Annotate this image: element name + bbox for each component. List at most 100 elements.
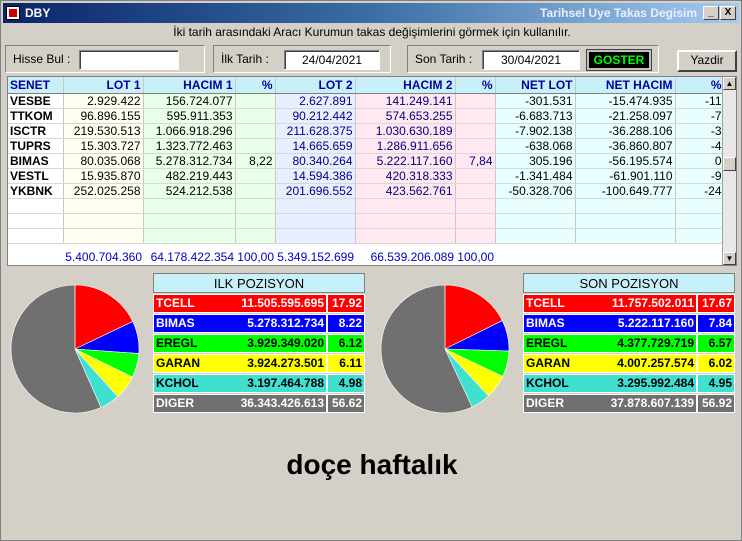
son-pie-chart bbox=[380, 284, 510, 414]
scroll-down-arrow-icon[interactable]: ▼ bbox=[723, 252, 736, 265]
table-row[interactable]: TTKOM 96.896.155 595.911.353 90.212.442 574.… bbox=[8, 108, 725, 124]
table-cell: 219.530.513 bbox=[63, 123, 144, 139]
table-cell: 15.935.870 bbox=[63, 168, 144, 184]
table-cell bbox=[495, 198, 576, 214]
son-row: TCELL 11.757.502.011 17.67 bbox=[523, 294, 735, 313]
row-separator bbox=[696, 354, 698, 373]
main-window: DBY Tarihsel Uye Takas Degisim _ X İki t… bbox=[0, 0, 742, 541]
totals-row: 5.400.704.360 64.178.422.354 100,00 5.34… bbox=[7, 250, 723, 266]
column-header[interactable]: HACIM 1 bbox=[143, 77, 236, 94]
table-row[interactable]: TUPRS 15.303.727 1.323.772.463 14.665.659 1.… bbox=[8, 138, 725, 154]
hisse-search-input[interactable] bbox=[79, 50, 179, 70]
goster-button[interactable]: GOSTER bbox=[586, 49, 652, 71]
column-header[interactable]: LOT 2 bbox=[275, 77, 356, 94]
ilk-tarih-input[interactable]: 24/04/2021 bbox=[284, 50, 380, 70]
ilk-name: BIMAS bbox=[156, 316, 195, 330]
table-cell bbox=[63, 198, 144, 214]
table-cell: -1.341.484 bbox=[495, 168, 576, 184]
column-header[interactable]: % bbox=[455, 77, 496, 94]
table-row[interactable]: VESTL 15.935.870 482.219.443 14.594.386 420.… bbox=[8, 168, 725, 184]
close-button[interactable]: X bbox=[720, 6, 736, 20]
son-row: EREGL 4.377.729.719 6.57 bbox=[523, 334, 735, 353]
column-header[interactable]: NET HACIM bbox=[575, 77, 676, 94]
table-cell bbox=[235, 108, 276, 124]
row-separator bbox=[696, 294, 698, 313]
footer-caption: doçe haftalık bbox=[286, 449, 458, 480]
table-cell: 2.627.891 bbox=[275, 93, 356, 109]
table-cell: 156.724.077 bbox=[143, 93, 236, 109]
row-separator bbox=[696, 314, 698, 333]
table-cell: -56.195.574 bbox=[575, 153, 676, 169]
table-cell: -6.683.713 bbox=[495, 108, 576, 124]
table-row[interactable] bbox=[8, 213, 725, 229]
table-cell bbox=[8, 228, 64, 244]
table-row[interactable]: BIMAS 80.035.068 5.278.312.734 8,22 80.340.2… bbox=[8, 153, 725, 169]
scroll-up-arrow-icon[interactable]: ▲ bbox=[723, 77, 736, 90]
column-header[interactable]: SENET bbox=[8, 77, 64, 94]
ilk-pct: 8.22 bbox=[338, 316, 362, 330]
table-row[interactable] bbox=[8, 228, 725, 244]
scroll-thumb[interactable] bbox=[723, 157, 736, 171]
table-cell: -100.649.777 bbox=[575, 183, 676, 199]
son-tarih-input[interactable]: 30/04/2021 bbox=[482, 50, 580, 70]
table-cell bbox=[8, 213, 64, 229]
minimize-button[interactable]: _ bbox=[703, 6, 719, 20]
son-pct: 4.95 bbox=[708, 376, 732, 390]
table-cell: YKBNK bbox=[8, 183, 64, 199]
row-separator bbox=[326, 334, 328, 353]
table-row[interactable]: YKBNK 252.025.258 524.212.538 201.696.552 42… bbox=[8, 183, 725, 199]
son-value: 11.757.502.011 bbox=[611, 296, 694, 310]
column-header[interactable]: % bbox=[235, 77, 276, 94]
son-pct: 7.84 bbox=[708, 316, 732, 330]
total-hacim2: 66.539.206.089 bbox=[370, 250, 454, 264]
table-cell: -7.902.138 bbox=[495, 123, 576, 139]
table-cell bbox=[143, 213, 236, 229]
table-cell bbox=[235, 198, 276, 214]
table-cell: 14.665.659 bbox=[275, 138, 356, 154]
table-scrollbar[interactable]: ▲ ▼ bbox=[722, 77, 736, 265]
table-cell bbox=[675, 198, 725, 214]
ilk-value: 36.343.426.613 bbox=[240, 396, 324, 410]
info-text: İki tarih arasındaki Aracı Kurumun takas… bbox=[173, 25, 571, 39]
ilk-name: TCELL bbox=[156, 296, 195, 310]
son-name: BIMAS bbox=[526, 316, 565, 330]
table-cell bbox=[455, 123, 496, 139]
son-value: 37.878.607.139 bbox=[610, 396, 694, 410]
column-header[interactable]: % bbox=[675, 77, 725, 94]
ilk-name: GARAN bbox=[156, 356, 200, 370]
table-cell: 423.562.761 bbox=[355, 183, 456, 199]
table-row[interactable] bbox=[8, 198, 725, 214]
table-cell: -3 bbox=[675, 123, 725, 139]
table-cell: 5.278.312.734 bbox=[143, 153, 236, 169]
ilk-row: EREGL 3.929.349.020 6.12 bbox=[153, 334, 365, 353]
title-bar[interactable]: DBY Tarihsel Uye Takas Degisim _ X bbox=[3, 3, 739, 23]
table-cell: -7 bbox=[675, 108, 725, 124]
row-separator bbox=[326, 394, 328, 413]
table-cell: -4 bbox=[675, 138, 725, 154]
yazdir-button[interactable]: Yazdir bbox=[677, 50, 737, 72]
table-cell bbox=[235, 228, 276, 244]
table-cell bbox=[355, 228, 456, 244]
table-cell bbox=[355, 213, 456, 229]
column-header[interactable]: NET LOT bbox=[495, 77, 576, 94]
ilk-value: 3.197.464.788 bbox=[247, 376, 324, 390]
table-cell: -9 bbox=[675, 168, 725, 184]
table-cell: -61.901.110 bbox=[575, 168, 676, 184]
column-header[interactable]: HACIM 2 bbox=[355, 77, 456, 94]
table-cell bbox=[355, 198, 456, 214]
table-cell: 14.594.386 bbox=[275, 168, 356, 184]
table-cell: 595.911.353 bbox=[143, 108, 236, 124]
row-separator bbox=[326, 294, 328, 313]
table-cell: 80.035.068 bbox=[63, 153, 144, 169]
son-row: DIGER 37.878.607.139 56.92 bbox=[523, 394, 735, 413]
app-icon bbox=[6, 6, 20, 20]
table-cell: 305.196 bbox=[495, 153, 576, 169]
takas-table: SENET LOT 1 HACIM 1% LOT 2 HACIM 2% NET LOT NE… bbox=[7, 76, 737, 266]
table-row[interactable]: ISCTR 219.530.513 1.066.918.296 211.628.375… bbox=[8, 123, 725, 139]
table-row[interactable]: VESBE 2.929.422 156.724.077 2.627.891 141.24… bbox=[8, 93, 725, 109]
table-cell: -24 bbox=[675, 183, 725, 199]
column-header[interactable]: LOT 1 bbox=[63, 77, 144, 94]
row-separator bbox=[326, 374, 328, 393]
table-cell: -301.531 bbox=[495, 93, 576, 109]
table-cell: 201.696.552 bbox=[275, 183, 356, 199]
